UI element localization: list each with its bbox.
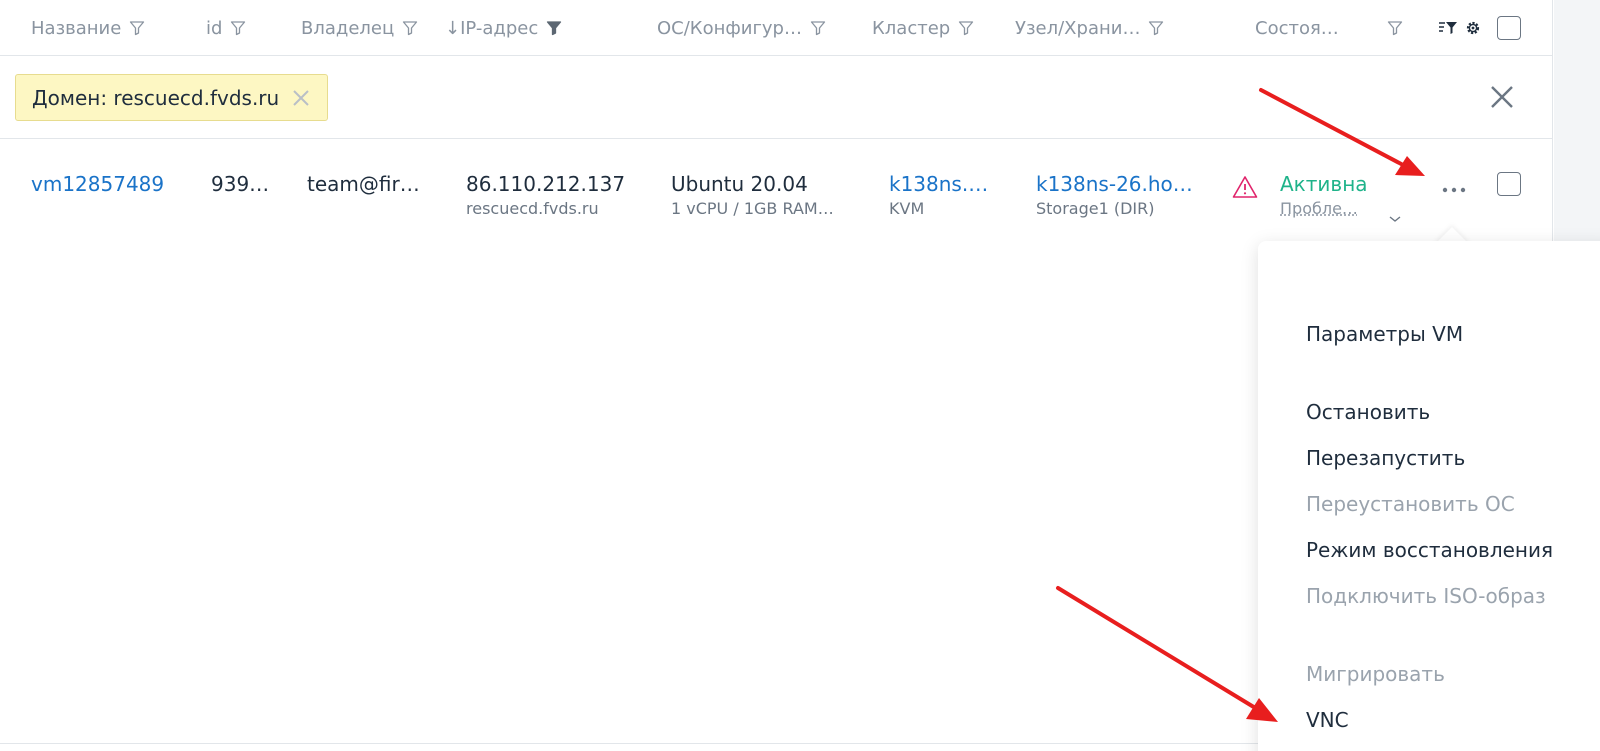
table-header: Название id Владелец ↓IP-адрес ОС/Конфиг… (0, 0, 1553, 56)
cell-cluster: k138ns.… KVM (889, 171, 1009, 221)
menu-item-restart[interactable]: Перезапустить (1306, 445, 1465, 471)
close-icon[interactable] (291, 88, 311, 108)
select-all-checkbox[interactable] (1497, 16, 1521, 40)
column-label: ОС/Конфигур… (657, 17, 802, 39)
domain-filter-chip: Домен: rescuecd.fvds.ru (15, 74, 329, 121)
column-header-state[interactable]: Состоя… (1255, 16, 1403, 40)
menu-item-reinstall-os[interactable]: Переустановить ОС (1306, 491, 1515, 517)
vm-list-page: Название id Владелец ↓IP-адрес ОС/Конфиг… (0, 0, 1600, 751)
column-label: id (206, 17, 223, 39)
row-checkbox[interactable] (1497, 172, 1521, 196)
vm-name-link[interactable]: vm12857489 (31, 171, 196, 197)
cluster-type: KVM (889, 199, 925, 218)
filter-icon[interactable] (402, 20, 418, 36)
vm-owner: team@fir… (307, 172, 420, 196)
filter-icon[interactable] (958, 20, 974, 36)
storage-name: Storage1 (DIR) (1036, 199, 1155, 218)
filter-active-icon[interactable] (546, 20, 562, 36)
warning-icon[interactable] (1232, 175, 1258, 199)
column-label: Кластер (872, 17, 951, 39)
cluster-link[interactable]: k138ns.… (889, 171, 1009, 197)
gear-icon[interactable] (1465, 20, 1481, 36)
vm-state: Активна (1280, 172, 1368, 196)
column-label: Узел/Храни… (1015, 17, 1141, 39)
vm-ip: 86.110.212.137 (466, 172, 626, 196)
cell-ip: 86.110.212.137 rescuecd.fvds.ru (466, 171, 646, 221)
vm-config: 1 vCPU / 1GB RAM… (671, 199, 834, 218)
cell-owner: team@fir… (307, 171, 432, 197)
column-header-node[interactable]: Узел/Храни… (1015, 16, 1164, 40)
vm-os: Ubuntu 20.04 (671, 172, 808, 196)
vm-domain: rescuecd.fvds.ru (466, 199, 599, 218)
column-label: Название (31, 17, 122, 39)
menu-item-stop[interactable]: Остановить (1306, 399, 1430, 425)
column-header-owner[interactable]: Владелец (301, 16, 418, 40)
filter-icon[interactable] (1148, 20, 1164, 36)
menu-item-vm-settings[interactable]: Параметры VM (1306, 321, 1463, 347)
cell-id: 939… (211, 171, 291, 197)
column-header-ip[interactable]: ↓IP-адрес (445, 16, 562, 40)
column-label: ↓IP-адрес (445, 17, 539, 39)
more-dots-icon[interactable] (1441, 179, 1469, 193)
column-header-os[interactable]: ОС/Конфигур… (657, 16, 826, 40)
table-row[interactable]: vm12857489 939… team@fir… 86.110.212.137… (0, 139, 1553, 239)
sort-filter-icon[interactable] (1438, 19, 1458, 37)
column-label: Владелец (301, 17, 395, 39)
clear-filters-button[interactable] (1489, 84, 1515, 110)
active-filters-bar: Домен: rescuecd.fvds.ru (0, 56, 1553, 139)
menu-item-migrate[interactable]: Мигрировать (1306, 661, 1445, 687)
vm-id: 939… (211, 172, 270, 196)
filter-icon[interactable] (129, 20, 145, 36)
cell-name: vm12857489 (31, 171, 196, 197)
menu-item-attach-iso[interactable]: Подключить ISO-образ (1306, 583, 1546, 609)
filter-icon[interactable] (230, 20, 246, 36)
column-header-cluster[interactable]: Кластер (872, 16, 974, 40)
node-link[interactable]: k138ns-26.ho… (1036, 171, 1211, 197)
column-header-id[interactable]: id (206, 16, 246, 40)
column-label: Состоя… (1255, 17, 1339, 39)
menu-item-vnc[interactable]: VNC (1306, 707, 1349, 733)
menu-item-rescue-mode[interactable]: Режим восстановления (1306, 537, 1553, 563)
filter-icon[interactable] (1387, 20, 1403, 36)
cell-node: k138ns-26.ho… Storage1 (DIR) (1036, 171, 1211, 221)
column-header-name[interactable]: Название (31, 16, 145, 40)
chevron-down-icon[interactable] (1388, 209, 1402, 222)
filter-chip-label: Домен: rescuecd.fvds.ru (32, 85, 280, 110)
cell-os: Ubuntu 20.04 1 vCPU / 1GB RAM… (671, 171, 861, 221)
actions-menu: Параметры VM Остановить Перезапустить Пе… (1258, 241, 1600, 751)
filter-icon[interactable] (810, 20, 826, 36)
